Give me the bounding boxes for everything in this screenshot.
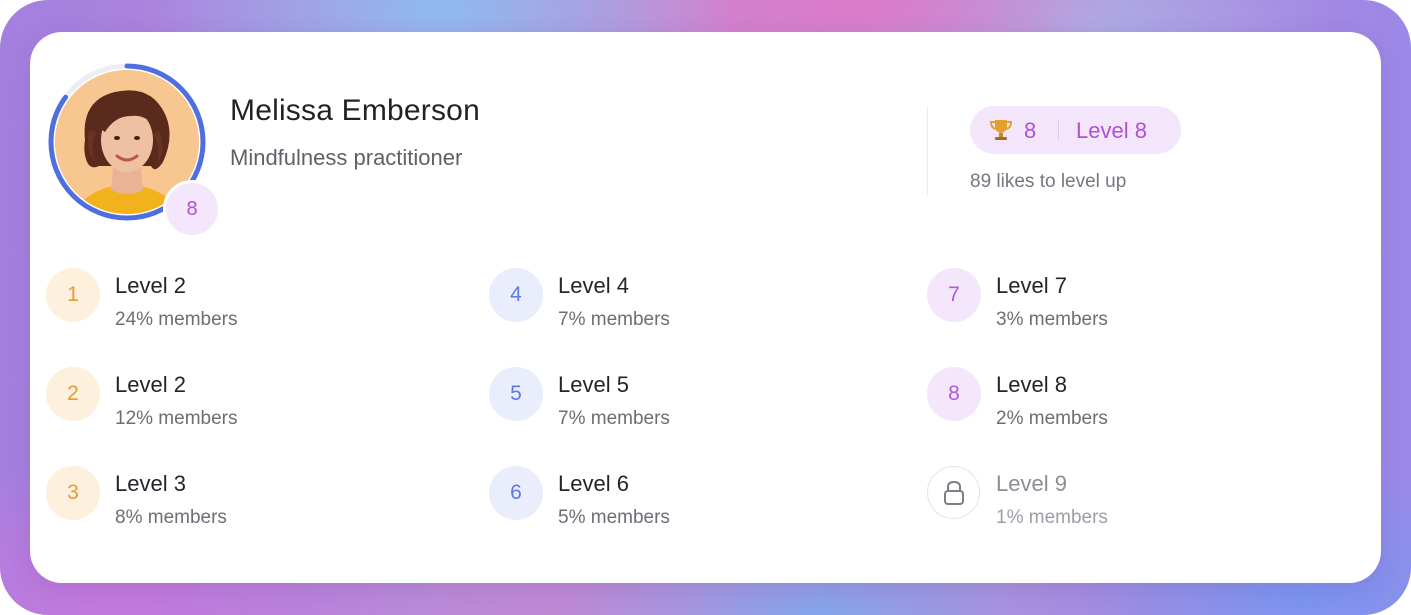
level-item[interactable]: 7 Level 7 3% members <box>927 268 1307 330</box>
profile-name: Melissa Emberson <box>230 94 480 127</box>
level-item[interactable]: 3 Level 3 8% members <box>46 466 426 528</box>
profile-subtitle: Mindfulness practitioner <box>230 145 463 170</box>
level-title: Level 6 <box>558 471 629 496</box>
gradient-background: 8 Melissa Emberson Mindfulness practitio… <box>0 0 1411 615</box>
level-number-badge: 5 <box>489 367 543 421</box>
profile-card: 8 Melissa Emberson Mindfulness practitio… <box>30 32 1381 583</box>
level-members-share: 24% members <box>115 309 238 330</box>
avatar-level-badge: 8 <box>163 180 221 238</box>
level-item[interactable]: Level 9 1% members <box>927 466 1307 528</box>
level-item[interactable]: 8 Level 8 2% members <box>927 367 1307 429</box>
level-item[interactable]: 5 Level 5 7% members <box>489 367 869 429</box>
level-members-share: 1% members <box>996 507 1108 528</box>
lock-icon <box>927 466 980 519</box>
level-title: Level 4 <box>558 273 629 298</box>
level-number-badge: 7 <box>927 268 981 322</box>
level-title: Level 7 <box>996 273 1067 298</box>
level-members-share: 12% members <box>115 408 238 429</box>
level-number-badge: 4 <box>489 268 543 322</box>
level-title: Level 5 <box>558 372 629 397</box>
avatar-wrapper: 8 <box>47 62 221 238</box>
level-item[interactable]: 6 Level 6 5% members <box>489 466 869 528</box>
likes-to-level-up: 89 likes to level up <box>970 171 1127 192</box>
level-number-badge: 6 <box>489 466 543 520</box>
level-item[interactable]: 2 Level 2 12% members <box>46 367 426 429</box>
trophy-count: 8 <box>1024 118 1037 143</box>
current-level-label: Level 8 <box>1076 118 1147 143</box>
level-members-share: 5% members <box>558 507 670 528</box>
level-number-badge: 8 <box>927 367 981 421</box>
level-members-share: 8% members <box>115 507 227 528</box>
level-number-badge: 1 <box>46 268 100 322</box>
level-item[interactable]: 1 Level 2 24% members <box>46 268 426 330</box>
level-title: Level 8 <box>996 372 1067 397</box>
level-item[interactable]: 4 Level 4 7% members <box>489 268 869 330</box>
trophy-icon <box>990 120 1012 140</box>
pill-separator <box>1058 120 1059 140</box>
level-members-share: 7% members <box>558 408 670 429</box>
level-number-badge: 3 <box>46 466 100 520</box>
header-divider <box>927 106 928 196</box>
current-level-pill[interactable]: 8 Level 8 <box>970 106 1181 154</box>
level-title: Level 2 <box>115 273 186 298</box>
level-title: Level 2 <box>115 372 186 397</box>
level-title: Level 9 <box>996 471 1067 496</box>
level-members-share: 2% members <box>996 408 1108 429</box>
level-members-share: 3% members <box>996 309 1108 330</box>
level-title: Level 3 <box>115 471 186 496</box>
level-number-badge: 2 <box>46 367 100 421</box>
level-members-share: 7% members <box>558 309 670 330</box>
